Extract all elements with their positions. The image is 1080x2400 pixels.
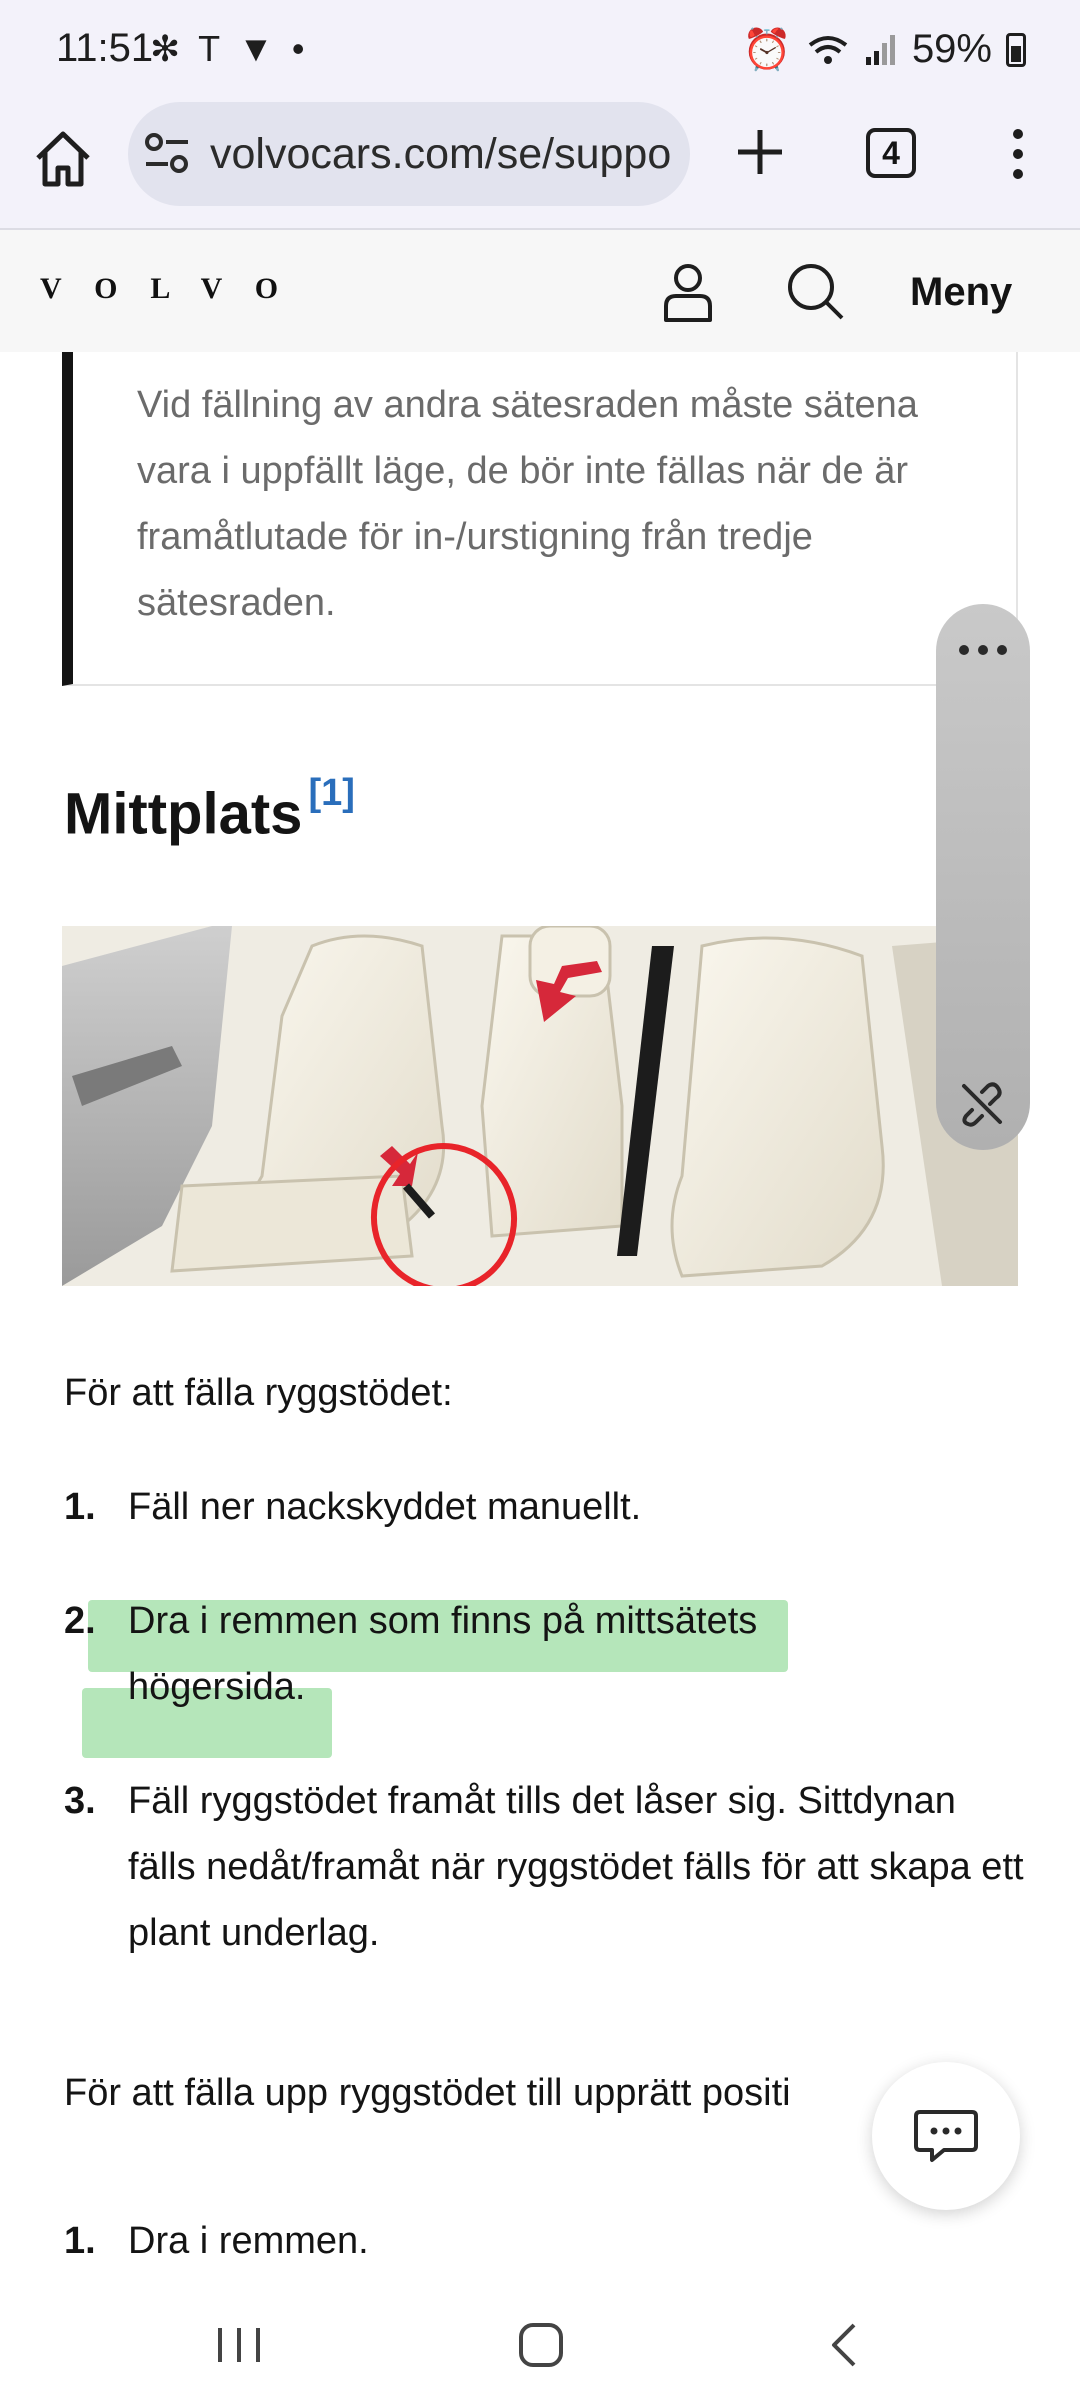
list-item: 1. Dra i remmen. [64, 2208, 1024, 2274]
dot-icon: • [291, 28, 305, 69]
tesla-icon: T [198, 28, 221, 69]
info-note: Vid fällning av andra sätesraden måste s… [62, 352, 1018, 686]
heading-text: Mittplats [64, 781, 303, 847]
status-time: 11:51 [56, 26, 154, 70]
instruction-intro-2: För att fälla upp ryggstödet till upprät… [64, 2072, 791, 2114]
list-item: 1. Fäll ner nackskyddet manuellt. [64, 1474, 1024, 1540]
chat-icon [914, 2110, 978, 2162]
plus-icon[interactable] [730, 122, 790, 182]
floating-side-panel[interactable] [936, 604, 1030, 1150]
list-item: 2. Dra i remmen som finns på mittsätets … [64, 1588, 914, 1720]
list-number: 3. [64, 1780, 96, 1822]
steps-list-2: 1. Dra i remmen. [64, 2208, 1024, 2274]
seat-illustration [62, 926, 1018, 1286]
instruction-intro: För att fälla ryggstödet: [64, 1372, 453, 1414]
alarm-icon: ⏰ [742, 28, 792, 72]
main-content: Vid fällning av andra sätesraden måste s… [0, 352, 1080, 2292]
menu-button[interactable]: Meny [910, 270, 1012, 315]
url-text[interactable]: volvocars.com/se/suppo [210, 130, 670, 179]
list-text: Fäll ryggstödet framåt tills det låser s… [128, 1780, 1024, 1954]
site-header: VOLVO Meny [0, 230, 1080, 352]
system-nav-bar [0, 2292, 1080, 2400]
seat-illustration-svg [62, 926, 1018, 1286]
home-icon[interactable] [30, 126, 96, 192]
chat-button[interactable] [872, 2062, 1020, 2210]
volvo-logo[interactable]: VOLVO [40, 272, 311, 306]
list-number: 2. [64, 1600, 96, 1642]
battery-percent: 59% [911, 27, 992, 71]
steps-list: 1. Fäll ner nackskyddet manuellt. 2. Dra… [64, 1474, 1024, 1966]
notification-icons: ✻ T ▼ • [150, 28, 304, 70]
battery-icon [1006, 32, 1026, 67]
list-item: 3. Fäll ryggstödet framåt tills det låse… [64, 1768, 1024, 1966]
section-heading: Mittplats [1] [64, 772, 355, 847]
tabs-icon[interactable]: 4 [866, 128, 916, 178]
status-bar: 11:51 ✻ T ▼ • ⏰ 59% [0, 0, 1080, 96]
nav-recents-icon[interactable] [214, 2322, 264, 2368]
fan-icon: ✻ [150, 28, 181, 69]
more-vert-icon[interactable] [998, 124, 1038, 184]
search-icon[interactable] [784, 260, 846, 322]
url-bar[interactable]: volvocars.com/se/suppo [128, 102, 690, 206]
list-text: Fäll ner nackskyddet manuellt. [128, 1486, 642, 1528]
list-text: Dra i remmen som finns på mittsätets hög… [128, 1600, 758, 1708]
more-horiz-icon[interactable] [956, 640, 1010, 660]
list-number: 1. [64, 2220, 96, 2262]
browser-toolbar: volvocars.com/se/suppo 4 [0, 96, 1080, 230]
footnote-link[interactable]: [1] [308, 772, 354, 814]
shield-icon: ▼ [238, 28, 274, 69]
note-text: Vid fällning av andra sätesraden måste s… [137, 384, 918, 624]
wifi-icon [808, 35, 848, 64]
nav-back-icon[interactable] [824, 2320, 864, 2370]
nav-home-icon[interactable] [516, 2320, 566, 2370]
signal-icon [865, 34, 895, 65]
user-icon[interactable] [656, 260, 720, 324]
tune-icon[interactable] [144, 132, 190, 176]
list-text: Dra i remmen. [128, 2220, 369, 2262]
list-number: 1. [64, 1486, 96, 1528]
status-right: ⏰ 59% [742, 26, 1026, 73]
unlink-icon[interactable] [958, 1080, 1006, 1128]
